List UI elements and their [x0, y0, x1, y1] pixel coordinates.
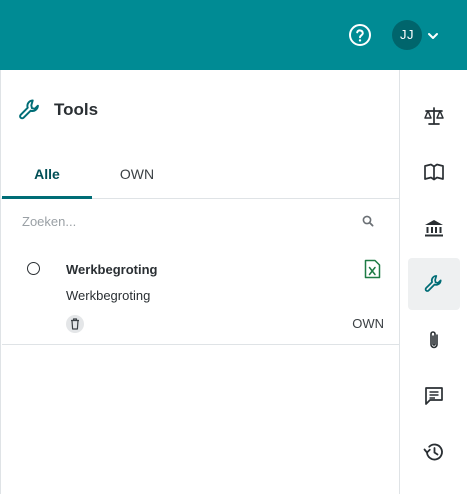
list-item[interactable]: Werkbegroting Werkbegroting OWN: [2, 250, 400, 345]
tab-alle[interactable]: Alle: [2, 156, 92, 199]
avatar[interactable]: JJ: [392, 20, 422, 50]
panel-title: Tools: [54, 100, 99, 119]
search-input[interactable]: [9, 205, 389, 237]
history-icon: [423, 443, 443, 461]
item-title: Werkbegroting: [66, 262, 158, 277]
wrench-icon: [19, 99, 39, 120]
excel-file-icon[interactable]: [364, 259, 381, 279]
rail-button-scale[interactable]: [408, 90, 460, 142]
tools-panel: Tools Alle OWN Werkbegroting Werkbegroti…: [0, 70, 400, 494]
trash-icon: [71, 318, 79, 330]
rail-button-tools[interactable]: [408, 258, 460, 310]
book-icon: [424, 163, 444, 181]
search-icon[interactable]: [361, 214, 375, 228]
rail-button-bank[interactable]: [408, 202, 460, 254]
wrench-icon: [424, 275, 442, 292]
comment-icon: [425, 387, 443, 405]
delete-button[interactable]: [66, 315, 84, 333]
search-bar: [9, 205, 389, 237]
item-subtitle: Werkbegroting: [66, 288, 151, 303]
right-rail: [400, 70, 467, 494]
rail-button-history[interactable]: [408, 426, 460, 478]
rail-button-comments[interactable]: [408, 370, 460, 422]
select-radio[interactable]: [27, 262, 40, 275]
tab-bar: Alle OWN: [1, 156, 400, 199]
owner-label: OWN: [352, 316, 384, 331]
tab-own[interactable]: OWN: [92, 156, 182, 199]
bank-icon: [425, 220, 443, 237]
chevron-down-icon[interactable]: [426, 29, 440, 43]
paperclip-icon: [430, 331, 438, 349]
help-circle-icon[interactable]: [348, 23, 372, 47]
top-bar: JJ: [0, 0, 467, 70]
scale-icon: [424, 107, 444, 125]
rail-button-book[interactable]: [408, 146, 460, 198]
rail-button-attachments[interactable]: [408, 314, 460, 366]
